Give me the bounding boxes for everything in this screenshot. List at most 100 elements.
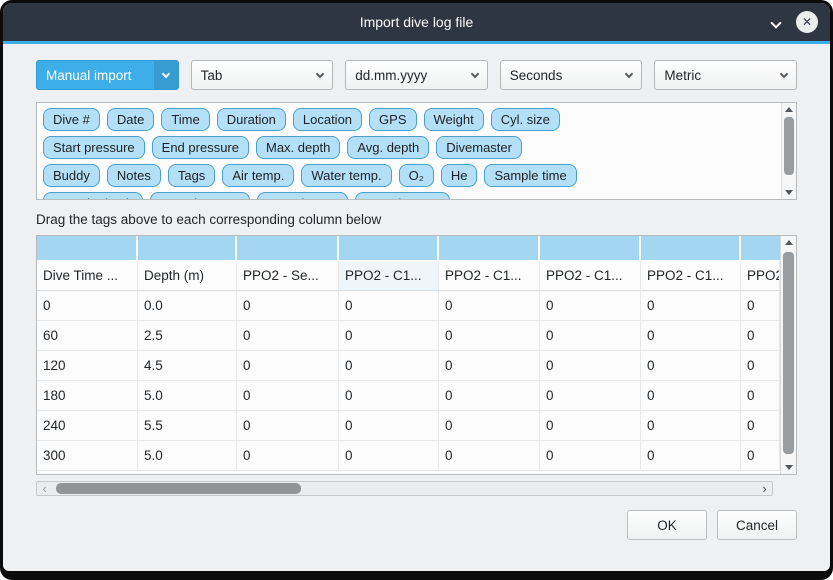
- table-cell[interactable]: 0: [540, 381, 641, 411]
- drag-tag[interactable]: Dive #: [43, 108, 100, 131]
- table-cell[interactable]: 0: [641, 291, 741, 321]
- drag-tag[interactable]: Cyl. size: [491, 108, 560, 131]
- table-cell[interactable]: 0: [540, 441, 641, 471]
- table-cell[interactable]: 0: [339, 441, 439, 471]
- drag-tag[interactable]: Duration: [217, 108, 286, 131]
- drag-tag[interactable]: Sample CNS: [355, 192, 450, 200]
- drag-tag[interactable]: Time: [161, 108, 209, 131]
- field-separator-combo[interactable]: Tab: [191, 60, 334, 90]
- drag-tag[interactable]: Tags: [168, 164, 215, 187]
- table-cell[interactable]: 0: [741, 291, 780, 321]
- table-cell[interactable]: 0: [741, 321, 780, 351]
- drag-tag[interactable]: Sample pO₂: [257, 192, 347, 200]
- drag-tag[interactable]: Sample temp.: [150, 192, 250, 200]
- column-header[interactable]: Depth (m): [138, 262, 237, 291]
- drop-target-cell[interactable]: [741, 236, 780, 260]
- drag-tag[interactable]: O₂: [399, 164, 434, 187]
- table-cell[interactable]: 0: [641, 351, 741, 381]
- table-cell[interactable]: 0: [339, 411, 439, 441]
- close-window-button[interactable]: ✕: [796, 11, 818, 33]
- table-cell[interactable]: 0: [37, 291, 138, 321]
- table-cell[interactable]: 180: [37, 381, 138, 411]
- table-cell[interactable]: 0: [237, 441, 339, 471]
- scroll-up-icon[interactable]: [785, 240, 793, 245]
- scroll-right-icon[interactable]: ›: [757, 483, 772, 495]
- column-header[interactable]: PPO2 - C1...: [339, 262, 439, 291]
- drag-tag[interactable]: Avg. depth: [347, 136, 429, 159]
- table-cell[interactable]: 0: [439, 411, 540, 441]
- table-cell[interactable]: 300: [37, 441, 138, 471]
- column-header[interactable]: PPO2 - C1...: [641, 262, 741, 291]
- table-cell[interactable]: 0: [741, 351, 780, 381]
- table-cell[interactable]: 5.5: [138, 411, 237, 441]
- table-cell[interactable]: 0: [540, 291, 641, 321]
- column-header[interactable]: PPO2 - C1...: [741, 262, 780, 291]
- table-cell[interactable]: 0.0: [138, 291, 237, 321]
- drag-tag[interactable]: Weight: [424, 108, 484, 131]
- duration-format-combo[interactable]: Seconds: [500, 60, 643, 90]
- drag-tag[interactable]: Sample depth: [43, 192, 143, 200]
- scroll-left-icon[interactable]: ‹: [37, 483, 52, 495]
- drag-tag[interactable]: Sample time: [484, 164, 576, 187]
- table-cell[interactable]: 5.0: [138, 441, 237, 471]
- cancel-button[interactable]: Cancel: [717, 510, 797, 540]
- scrollbar-thumb[interactable]: [56, 483, 301, 494]
- table-cell[interactable]: 0: [439, 441, 540, 471]
- table-cell[interactable]: 0: [540, 321, 641, 351]
- tag-list-scrollbar[interactable]: [781, 103, 796, 199]
- column-header[interactable]: PPO2 - Se...: [237, 262, 339, 291]
- scrollbar-track[interactable]: [52, 482, 757, 495]
- table-cell[interactable]: 0: [641, 321, 741, 351]
- shade-window-button[interactable]: [768, 13, 784, 32]
- drop-target-cell[interactable]: [439, 236, 540, 260]
- column-header[interactable]: PPO2 - C1...: [439, 262, 540, 291]
- table-cell[interactable]: 0: [237, 411, 339, 441]
- table-cell[interactable]: 0: [741, 381, 780, 411]
- horizontal-scrollbar[interactable]: ‹ ›: [36, 481, 773, 496]
- drop-target-cell[interactable]: [37, 236, 138, 260]
- table-cell[interactable]: 240: [37, 411, 138, 441]
- drag-tag[interactable]: He: [441, 164, 478, 187]
- table-cell[interactable]: 5.0: [138, 381, 237, 411]
- scroll-down-icon[interactable]: [785, 190, 793, 195]
- ok-button[interactable]: OK: [627, 510, 707, 540]
- table-cell[interactable]: 60: [37, 321, 138, 351]
- column-header[interactable]: PPO2 - C1...: [540, 262, 641, 291]
- scroll-down-icon[interactable]: [785, 465, 793, 470]
- table-cell[interactable]: 120: [37, 351, 138, 381]
- scrollbar-thumb[interactable]: [784, 117, 794, 175]
- drag-tag[interactable]: Date: [107, 108, 154, 131]
- table-cell[interactable]: 0: [339, 351, 439, 381]
- table-cell[interactable]: 0: [641, 441, 741, 471]
- drag-tag[interactable]: Buddy: [43, 164, 100, 187]
- table-cell[interactable]: 0: [741, 411, 780, 441]
- table-cell[interactable]: 0: [641, 411, 741, 441]
- drag-tag[interactable]: Start pressure: [43, 136, 145, 159]
- table-cell[interactable]: 0: [540, 351, 641, 381]
- table-cell[interactable]: 0: [237, 351, 339, 381]
- table-cell[interactable]: 0: [439, 381, 540, 411]
- drop-target-cell[interactable]: [540, 236, 641, 260]
- drop-target-cell[interactable]: [339, 236, 439, 260]
- drag-tag[interactable]: Max. depth: [256, 136, 340, 159]
- drop-target-cell[interactable]: [138, 236, 237, 260]
- table-cell[interactable]: 0: [237, 381, 339, 411]
- drag-tag[interactable]: Divemaster: [436, 136, 522, 159]
- table-cell[interactable]: 0: [439, 351, 540, 381]
- table-cell[interactable]: 0: [641, 381, 741, 411]
- drag-tag[interactable]: Notes: [107, 164, 161, 187]
- scroll-up-icon[interactable]: [785, 107, 793, 112]
- table-cell[interactable]: 0: [339, 291, 439, 321]
- date-format-combo[interactable]: dd.mm.yyyy: [345, 60, 488, 90]
- table-cell[interactable]: 0: [237, 291, 339, 321]
- titlebar[interactable]: Import dive log file ✕: [3, 3, 830, 41]
- column-header[interactable]: Dive Time ...: [37, 262, 138, 291]
- table-cell[interactable]: 4.5: [138, 351, 237, 381]
- drag-tag[interactable]: Location: [293, 108, 362, 131]
- table-cell[interactable]: 0: [540, 411, 641, 441]
- table-cell[interactable]: 0: [339, 321, 439, 351]
- table-cell[interactable]: 0: [741, 441, 780, 471]
- table-cell[interactable]: 0: [439, 321, 540, 351]
- drop-target-cell[interactable]: [237, 236, 339, 260]
- table-scrollbar[interactable]: [780, 236, 796, 474]
